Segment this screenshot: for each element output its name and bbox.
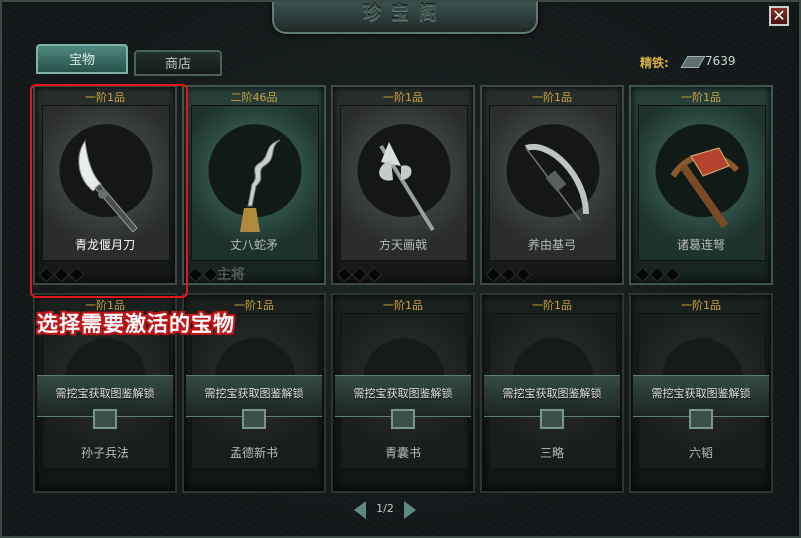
star-slots: [38, 265, 86, 283]
card-grade: 二阶46品: [230, 91, 278, 104]
close-button[interactable]: ✕: [769, 6, 789, 26]
card-grade: 一阶1品: [383, 91, 423, 104]
card-grade: 一阶1品: [681, 299, 721, 312]
diamond-slot-icon: [500, 266, 517, 283]
iron-label: 精铁:: [640, 56, 669, 70]
diamond-slot-icon: [649, 266, 666, 283]
unlock-requirement: 需挖宝获取图鉴解锁: [204, 387, 304, 400]
diamond-slot-icon: [68, 266, 85, 283]
card-name: 孙子兵法: [80, 446, 129, 460]
pager: 1/2: [354, 500, 416, 522]
treasure-card[interactable]: 一阶1品 诸葛连弩: [629, 85, 773, 285]
diamond-slot-icon: [485, 266, 502, 283]
iron-value: 7639: [705, 54, 736, 68]
unlock-requirement: 需挖宝获取图鉴解锁: [502, 387, 602, 400]
serpent-spear-icon: [240, 139, 281, 232]
page-indicator: 1/2: [376, 502, 394, 515]
title-bar: 珍宝阁: [272, 2, 538, 34]
tab-treasure[interactable]: 宝物: [36, 44, 128, 74]
card-name: 方天画戟: [378, 238, 427, 252]
diamond-slot-icon: [336, 266, 353, 283]
bow-icon: [525, 143, 589, 221]
card-grade: 一阶1品: [681, 91, 721, 104]
card-name: 三略: [539, 446, 564, 460]
main-general-badge: 主将: [217, 267, 245, 283]
unlock-requirement: 需挖宝获取图鉴解锁: [55, 387, 155, 400]
card-grade: 一阶1品: [532, 91, 572, 104]
diamond-slot-icon: [187, 266, 204, 283]
tab-shop[interactable]: 商店: [134, 50, 222, 76]
treasure-pavilion-window: 珍宝阁 ✕ 宝物 商店 精铁: 7639 一阶1品 青龙偃月刀 二阶46品 丈八…: [0, 0, 801, 538]
lock-icon: [93, 409, 117, 429]
unlock-requirement: 需挖宝获取图鉴解锁: [353, 387, 453, 400]
diamond-slot-icon: [515, 266, 532, 283]
card-name: 养由基弓: [527, 238, 576, 252]
unlock-requirement: 需挖宝获取图鉴解锁: [651, 387, 751, 400]
diamond-slot-icon: [366, 266, 383, 283]
next-page-arrow-icon[interactable]: [404, 501, 416, 519]
lock-icon: [689, 409, 713, 429]
locked-treasure-card[interactable]: 一阶1品 需挖宝获取图鉴解锁 青囊书: [331, 293, 475, 493]
card-name: 六韬: [688, 446, 713, 460]
locked-treasure-card[interactable]: 一阶1品 需挖宝获取图鉴解锁 六韬: [629, 293, 773, 493]
crossbow-icon: [670, 147, 739, 229]
window-title: 珍宝阁: [363, 3, 447, 24]
lock-icon: [391, 409, 415, 429]
card-grade: 一阶1品: [383, 299, 423, 312]
diamond-slot-icon: [202, 266, 219, 283]
card-grade: 一阶1品: [85, 91, 125, 104]
diamond-slot-icon: [53, 266, 70, 283]
prev-page-arrow-icon[interactable]: [354, 501, 366, 519]
diamond-slot-icon: [38, 266, 55, 283]
treasure-card[interactable]: 一阶1品 方天画戟: [331, 85, 475, 285]
treasure-card[interactable]: 一阶1品 养由基弓: [480, 85, 624, 285]
treasure-card[interactable]: 二阶46品 丈八蛇矛: [182, 85, 326, 285]
card-name: 诸葛连弩: [676, 238, 725, 252]
card-grade: 一阶1品: [532, 299, 572, 312]
card-name: 孟德新书: [229, 446, 278, 460]
lock-icon: [242, 409, 266, 429]
iron-ingot-icon: [680, 56, 706, 68]
star-slots: [634, 265, 682, 283]
diamond-slot-icon: [351, 266, 368, 283]
treasure-card[interactable]: 一阶1品 青龙偃月刀: [33, 85, 177, 285]
blade-icon: [78, 139, 138, 233]
diamond-slot-icon: [634, 266, 651, 283]
card-name: 丈八蛇矛: [229, 238, 278, 252]
card-name: 青囊书: [384, 446, 421, 460]
lock-icon: [540, 409, 564, 429]
star-slots: [336, 265, 384, 283]
locked-treasure-card[interactable]: 一阶1品 需挖宝获取图鉴解锁 三略: [480, 293, 624, 493]
tutorial-hint: 选择需要激活的宝物: [37, 312, 235, 336]
halberd-icon: [379, 142, 435, 232]
star-slots: [485, 265, 533, 283]
diamond-slot-icon: [664, 266, 681, 283]
card-name: 青龙偃月刀: [74, 238, 135, 252]
